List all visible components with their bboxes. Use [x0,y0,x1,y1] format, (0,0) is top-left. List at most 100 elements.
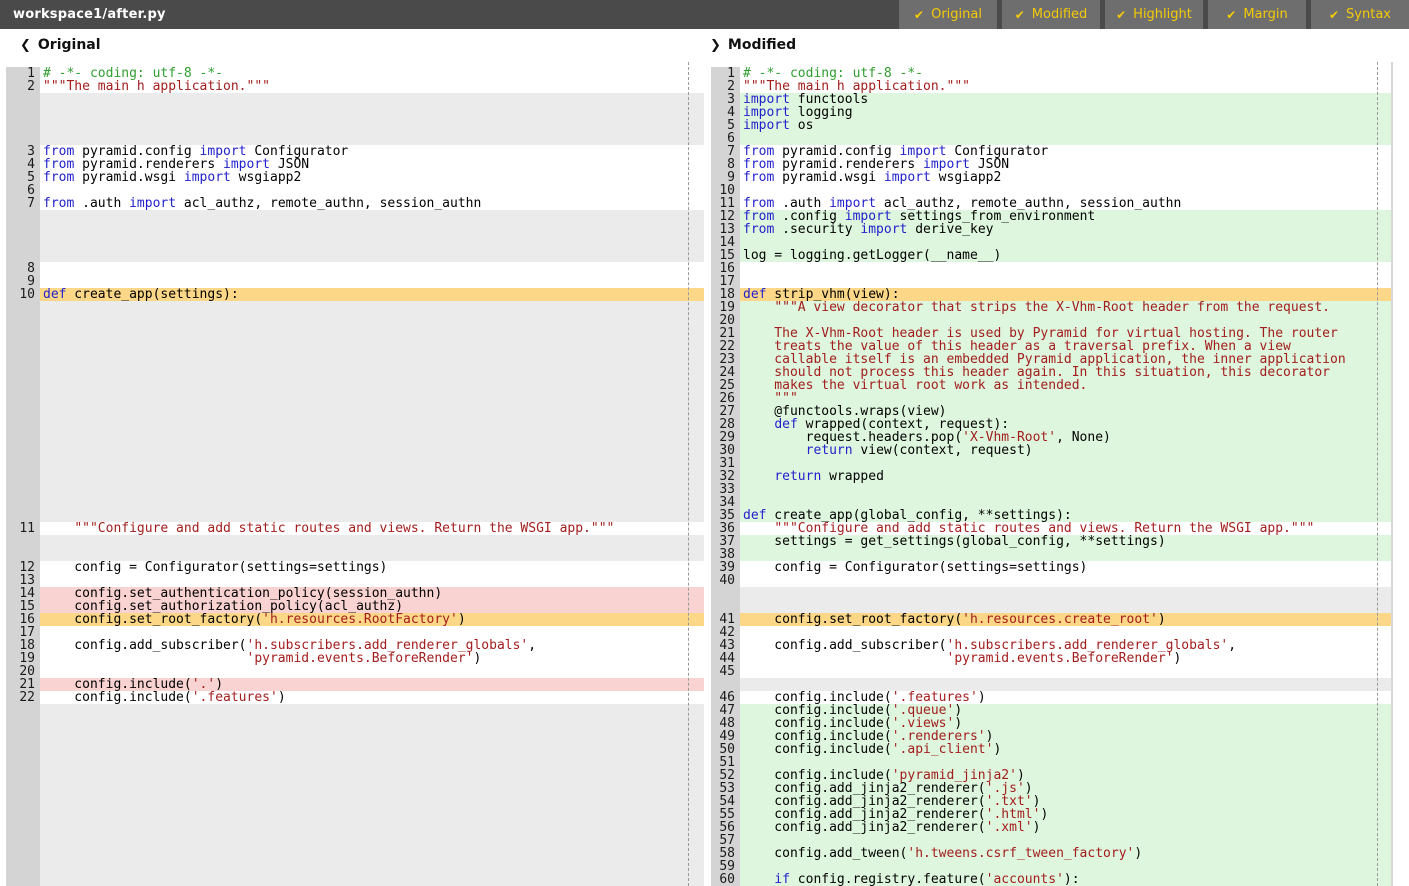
line-number: 54 [711,795,740,808]
line-number [6,379,40,392]
check-icon: ✔ [1015,8,1025,22]
code-line: 11 """Configure and add static routes an… [6,522,704,535]
code-line: 20 [6,665,704,678]
code-text: import logging [740,106,1391,119]
code-line: 29 request.headers.pop('X-Vhm-Root', Non… [711,431,1391,444]
toggle-syntax-label: Syntax [1346,7,1391,22]
line-number: 5 [711,119,740,132]
code-text: from pyramid.renderers import JSON [740,158,1391,171]
code-text: """ [740,392,1391,405]
code-line: 1# -*- coding: utf-8 -*- [6,67,704,80]
code-text: config.include('.features') [740,691,1391,704]
code-line: 22 config.include('.features') [6,691,704,704]
line-number [6,249,40,262]
line-number: 26 [711,392,740,405]
code-text [40,340,704,353]
code-text: from pyramid.wsgi import wsgiapp2 [740,171,1391,184]
pane-header-row: ❮Original ❯Modified [0,29,1409,62]
line-number: 47 [711,704,740,717]
filler-row [6,236,704,249]
code-text [40,184,704,197]
line-number: 12 [6,561,40,574]
code-text [40,249,704,262]
code-line: 10 [711,184,1391,197]
code-line: 34 [711,496,1391,509]
line-number [6,470,40,483]
code-text: config.add_subscriber('h.subscribers.add… [40,639,704,652]
code-line: 8from pyramid.renderers import JSON [711,158,1391,171]
code-text [40,106,704,119]
filler-row [711,600,1391,613]
code-line: 16 [711,262,1391,275]
code-text: if config.registry.feature('accounts'): [740,873,1391,886]
code-line: 9 [6,275,704,288]
original-code-pane[interactable]: 1# -*- coding: utf-8 -*-2"""The main h a… [0,62,704,886]
line-number: 1 [711,67,740,80]
line-number: 2 [711,80,740,93]
line-number: 28 [711,418,740,431]
toggle-highlight-button[interactable]: ✔ Highlight [1105,0,1203,29]
code-line: 5import os [711,119,1391,132]
code-text [740,587,1391,600]
line-number: 24 [711,366,740,379]
check-icon: ✔ [1329,8,1339,22]
code-line: 46 config.include('.features') [711,691,1391,704]
code-text [40,574,704,587]
code-line: 40 [711,574,1391,587]
code-text: from .auth import acl_authz, remote_auth… [40,197,704,210]
code-text: config.set_root_factory('h.resources.Roo… [40,613,704,626]
code-line: 58 config.add_tween('h.tweens.csrf_tween… [711,847,1391,860]
line-number [6,327,40,340]
code-text [40,379,704,392]
line-number: 48 [711,717,740,730]
filler-row [6,340,704,353]
modified-pane-title: Modified [728,37,796,53]
toggle-original-button[interactable]: ✔ Original [899,0,997,29]
code-line: 3from pyramid.config import Configurator [6,145,704,158]
line-number: 13 [6,574,40,587]
filler-row [6,470,704,483]
code-line: 9from pyramid.wsgi import wsgiapp2 [711,171,1391,184]
code-text [40,470,704,483]
code-text: config.add_jinja2_renderer('.xml') [740,821,1391,834]
line-number: 16 [6,613,40,626]
toggle-modified-label: Modified [1032,7,1087,22]
line-number: 1 [6,67,40,80]
code-text [40,548,704,561]
code-text [40,535,704,548]
filler-row [711,587,1391,600]
window-title: workspace1/after.py [0,7,894,22]
filler-row [6,418,704,431]
line-number: 20 [711,314,740,327]
filler-row [6,353,704,366]
line-number [6,496,40,509]
toggle-margin-button[interactable]: ✔ Margin [1208,0,1306,29]
code-text: config.add_tween('h.tweens.csrf_tween_fa… [740,847,1391,860]
line-number: 29 [711,431,740,444]
code-text [40,119,704,132]
toggle-syntax-button[interactable]: ✔ Syntax [1311,0,1409,29]
line-number: 14 [6,587,40,600]
code-text [740,626,1391,639]
code-text: import functools [740,93,1391,106]
code-text: config.include('.queue') [740,704,1391,717]
line-number: 15 [711,249,740,262]
code-line: 25 makes the virtual root work as intend… [711,379,1391,392]
line-number: 11 [6,522,40,535]
title-bar: workspace1/after.py ✔ Original ✔ Modifie… [0,0,1409,29]
line-number [6,405,40,418]
code-line: 3import functools [711,93,1391,106]
code-line: 1# -*- coding: utf-8 -*- [711,67,1391,80]
line-number: 56 [711,821,740,834]
code-text [740,457,1391,470]
modified-code-pane[interactable]: 1# -*- coding: utf-8 -*-2"""The main h a… [704,62,1393,886]
code-line: 35def create_app(global_config, **settin… [711,509,1391,522]
code-text [740,184,1391,197]
toggle-modified-button[interactable]: ✔ Modified [1002,0,1100,29]
code-text: @functools.wraps(view) [740,405,1391,418]
code-text: """Configure and add static routes and v… [40,522,704,535]
code-line: 43 config.add_subscriber('h.subscribers.… [711,639,1391,652]
line-number: 45 [711,665,740,678]
code-line: 10def create_app(settings): [6,288,704,301]
line-number: 22 [711,340,740,353]
